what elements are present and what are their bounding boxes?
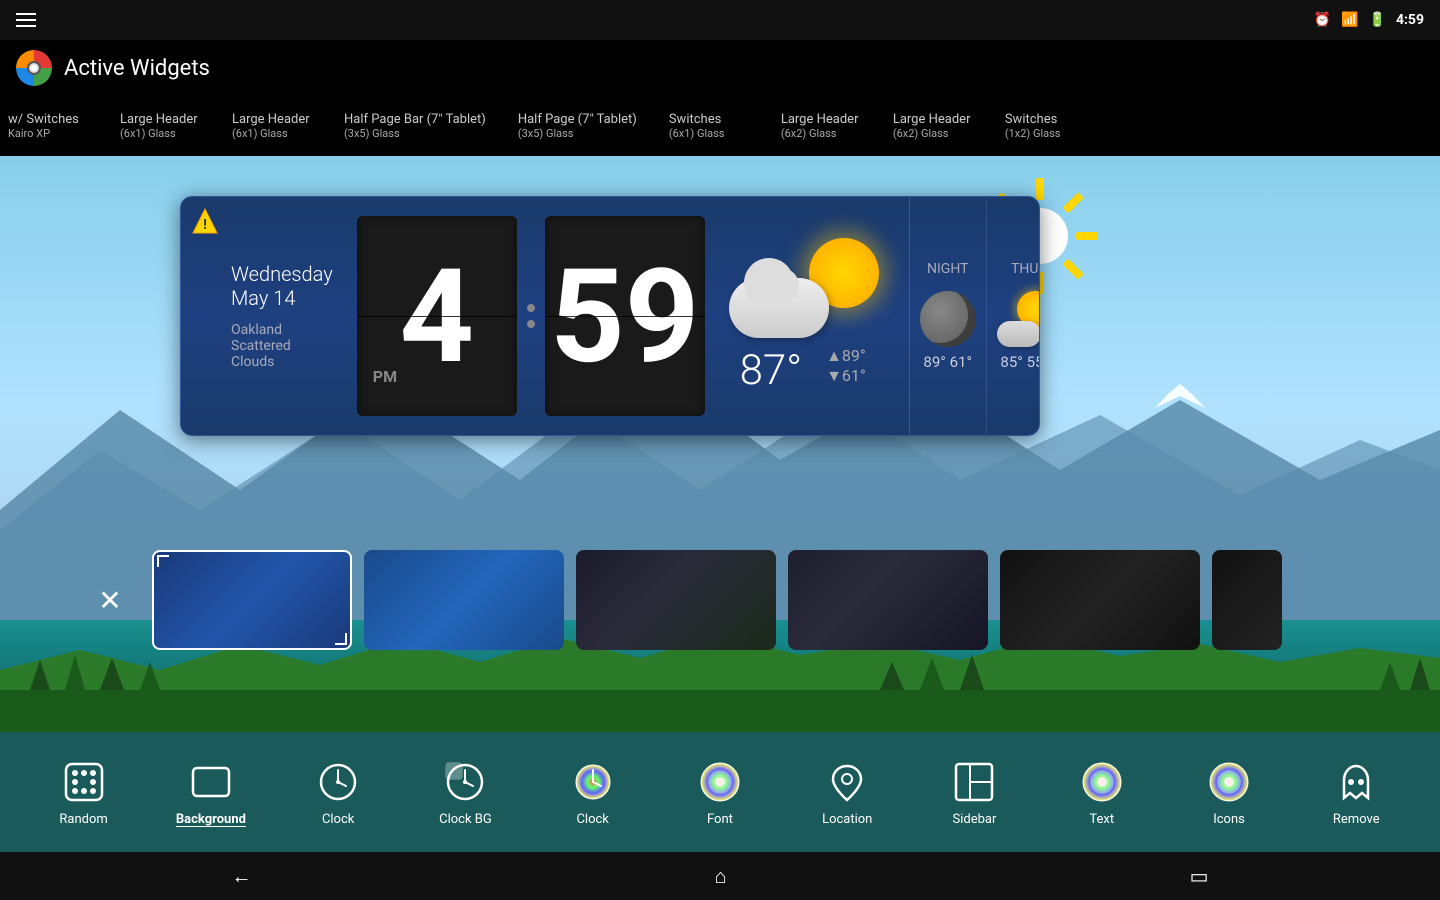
forecast-night-icon [920,291,976,347]
text-icon [1078,758,1126,806]
widget-item-8[interactable]: Switches (1x2) Glass [1005,112,1085,140]
tool-clock-label: Clock [322,812,354,827]
app-icon [16,50,52,86]
svg-text:!: ! [203,217,207,233]
theme-card-0[interactable] [152,550,352,650]
theme-card-3[interactable] [788,550,988,650]
weather-city: Oakland [231,322,333,338]
weather-low: ▼61° [826,366,866,386]
forecast-thu-label: THU [1011,261,1038,277]
status-time: 4:59 [1396,12,1424,28]
weather-condition-icon [729,238,889,338]
app-title: Active Widgets [64,56,210,81]
theme-card-4[interactable] [1000,550,1200,650]
nav-back-button[interactable]: ← [212,856,272,897]
tool-random-label: Random [59,812,107,827]
forecast-night: NIGHT 89° 61° [910,197,986,435]
tool-font[interactable]: Font [680,758,760,827]
tool-sidebar[interactable]: Sidebar [934,758,1014,827]
battery-icon: 🔋 [1369,12,1386,28]
main-area: ! Wednesday May 14 Oakland Scattered Clo… [0,156,1440,780]
status-bar: ⏰ 📶 🔋 4:59 [0,0,1440,40]
app-bar: Active Widgets [0,40,1440,96]
clock-divider [521,216,541,416]
icons-icon [1205,758,1253,806]
tool-clock2-label: Clock [576,812,608,827]
weather-clock: 4 PM 59 [353,197,709,435]
clock-bg-icon [441,758,489,806]
dice-icon [60,758,108,806]
widget-item-0[interactable]: w/ Switches Kairo XP [8,112,88,140]
clock2-icon [569,758,617,806]
weather-temperature: 87° [740,346,802,395]
widget-arrow [600,435,620,436]
tool-font-label: Font [707,812,733,827]
tool-remove[interactable]: Remove [1316,758,1396,827]
forecast-thu: THU 85° 55° [986,197,1040,435]
widget-item-2[interactable]: Large Header (6x1) Glass [232,112,312,140]
widget-strip[interactable]: w/ Switches Kairo XP Large Header (6x1) … [0,96,1440,156]
system-nav-bar: ← ⌂ ▭ [0,852,1440,900]
forecast-thu-icon [997,291,1040,347]
weather-condition: Scattered Clouds [231,338,333,370]
tool-icons[interactable]: Icons [1189,758,1269,827]
hamburger-icon[interactable] [16,13,36,27]
widget-item-3[interactable]: Half Page Bar (7" Tablet) (3x5) Glass [344,112,486,140]
tool-remove-label: Remove [1333,812,1380,827]
bg-icon [187,758,235,806]
status-left [16,13,36,27]
weather-hi-lo: ▲89° ▼61° [814,346,878,386]
weather-widget: ! Wednesday May 14 Oakland Scattered Clo… [180,196,1040,436]
widget-item-7[interactable]: Large Header (6x2) Glass [893,112,973,140]
widget-item-5[interactable]: Switches (6x1) Glass [669,112,749,140]
weather-day: Wednesday [231,262,333,286]
nav-home-button[interactable]: ⌂ [695,856,747,897]
tool-background-label: Background [176,812,246,827]
alarm-icon: ⏰ [1314,12,1331,28]
clock-icon [314,758,362,806]
weather-forecast: NIGHT 89° 61° THU 85° 55° [909,197,1040,435]
tool-location[interactable]: Location [807,758,887,827]
theme-card-1[interactable] [364,550,564,650]
tool-clock[interactable]: Clock [298,758,378,827]
wifi-icon: 📶 [1341,12,1358,28]
theme-strip: ✕ [0,540,1440,660]
theme-card-partial[interactable] [1212,550,1282,650]
forecast-night-label: NIGHT [927,261,968,277]
weather-high: ▲89° [826,346,866,366]
bottom-toolbar: Random Background Clock [0,732,1440,852]
weather-temp-area: 87° ▲89° ▼61° [709,197,909,435]
clock-hour: 4 PM [357,216,517,416]
weather-cloud-icon [729,278,829,338]
theme-card-2[interactable] [576,550,776,650]
remove-icon [1332,758,1380,806]
status-right: ⏰ 📶 🔋 4:59 [1314,12,1424,28]
tool-location-label: Location [822,812,872,827]
location-icon [823,758,871,806]
forecast-night-temps: 89° 61° [923,353,972,371]
tool-clock2[interactable]: Clock [553,758,633,827]
tool-text[interactable]: Text [1062,758,1142,827]
sidebar-icon [950,758,998,806]
tool-background[interactable]: Background [171,758,251,827]
nav-recents-button[interactable]: ▭ [1170,856,1229,896]
tool-icons-label: Icons [1213,812,1245,827]
tool-text-label: Text [1089,812,1114,827]
font-icon [696,758,744,806]
widget-item-4[interactable]: Half Page (7" Tablet) (3x5) Glass [518,112,637,140]
weather-date: May 14 [231,286,333,310]
tool-random[interactable]: Random [44,758,124,827]
theme-close-button[interactable]: ✕ [80,570,140,630]
widget-item-1[interactable]: Large Header (6x1) Glass [120,112,200,140]
alert-icon: ! [191,207,219,239]
forecast-thu-temps: 85° 55° [1000,353,1040,371]
tool-clock-bg-label: Clock BG [439,812,492,827]
tool-sidebar-label: Sidebar [953,812,997,827]
tool-clock-bg[interactable]: Clock BG [425,758,505,827]
clock-minute: 59 [545,216,705,416]
widget-item-6[interactable]: Large Header (6x2) Glass [781,112,861,140]
